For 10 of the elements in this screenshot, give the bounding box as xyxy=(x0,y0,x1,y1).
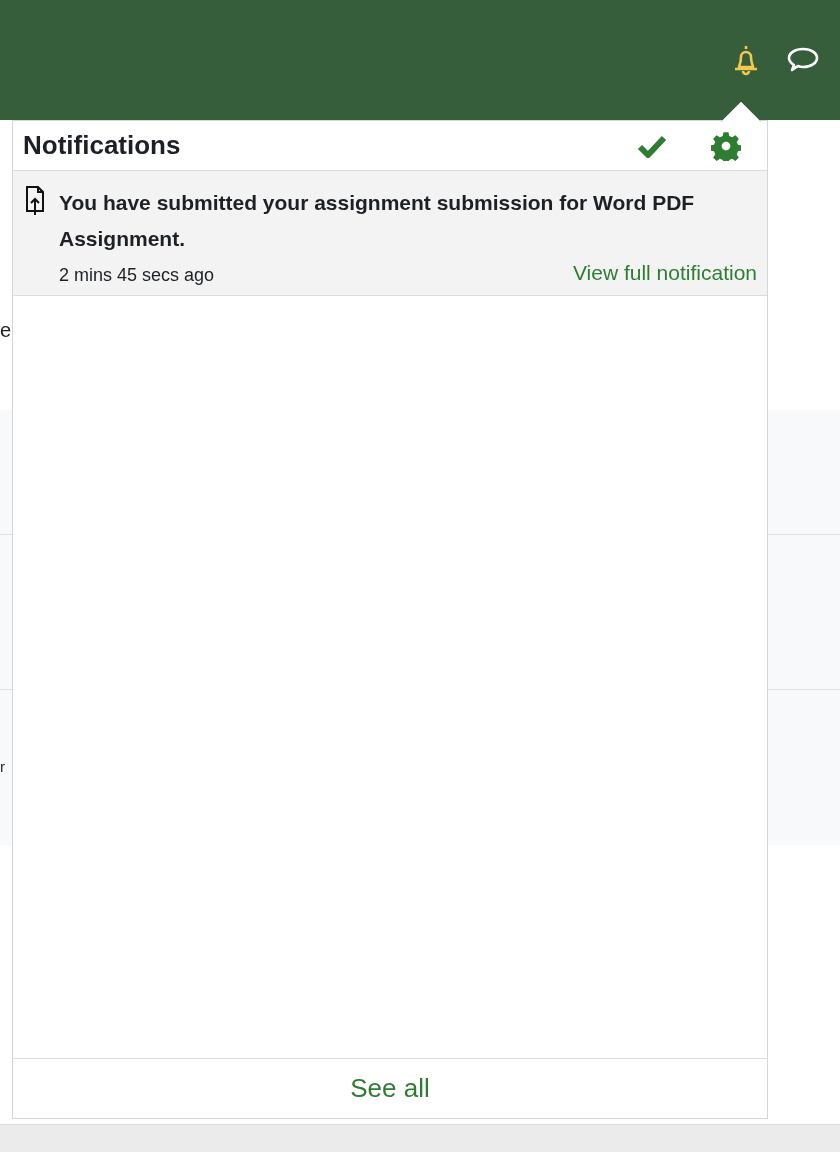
see-all-link[interactable]: See all xyxy=(350,1069,430,1108)
notification-message: You have submitted your assignment submission for Word PDF Assignment. xyxy=(59,190,696,252)
notification-time: 2 mins 45 secs ago xyxy=(59,263,215,287)
view-notification-link[interactable]: View full notification xyxy=(572,257,757,289)
checkmark-icon[interactable] xyxy=(637,133,667,158)
popover-title: Notifications xyxy=(23,129,182,162)
row-text-fragment: r xyxy=(0,757,5,778)
notification-item[interactable]: You have submitted your assignment submission for Word PDF Assignment. 2 mins 45 secs ago View full notification xyxy=(13,171,767,296)
heading-fragment: e xyxy=(0,320,12,340)
settings-icon[interactable] xyxy=(711,130,741,161)
